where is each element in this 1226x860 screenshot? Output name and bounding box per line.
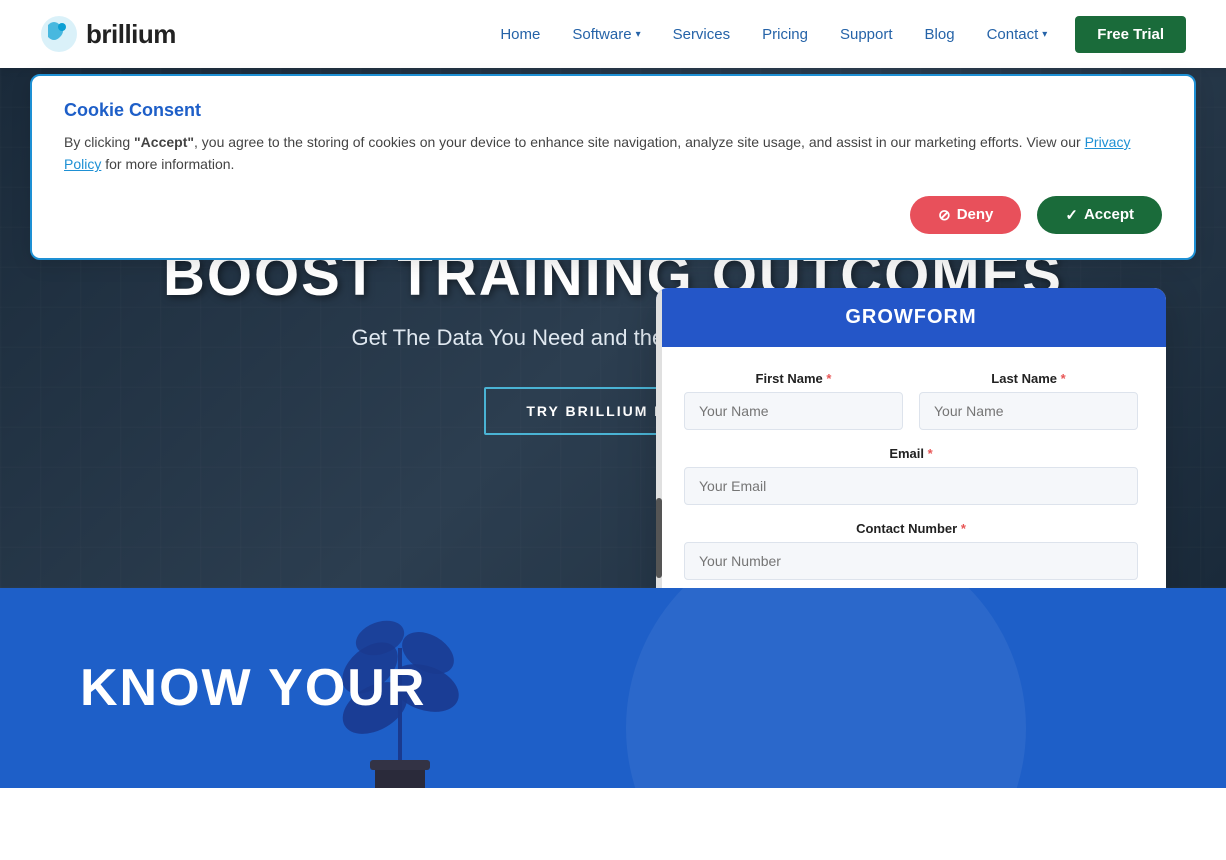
- form-body: First Name * Last Name * Email *: [656, 347, 1166, 588]
- software-chevron-icon: ▾: [636, 29, 641, 40]
- email-required: *: [928, 446, 933, 461]
- circle-decoration: [626, 588, 1026, 788]
- cookie-banner: Cookie Consent By clicking "Accept", you…: [30, 74, 1196, 260]
- last-name-required: *: [1061, 371, 1066, 386]
- blue-section-title: KNOW YOUR: [80, 658, 426, 718]
- cookie-actions: ⊘ Deny ✓ Accept: [64, 196, 1162, 234]
- cookie-text: By clicking "Accept", you agree to the s…: [64, 131, 1162, 176]
- scrollbar[interactable]: [656, 288, 662, 588]
- contact-required: *: [961, 521, 966, 536]
- first-name-label: First Name *: [684, 371, 903, 386]
- logo[interactable]: brillium: [40, 15, 176, 53]
- last-name-label: Last Name *: [919, 371, 1138, 386]
- blue-section: KNOW YOUR: [0, 588, 1226, 788]
- contact-group: Contact Number *: [684, 521, 1138, 580]
- nav-support[interactable]: Support: [828, 18, 905, 51]
- nav-software[interactable]: Software ▾: [560, 18, 652, 51]
- scrollbar-thumb: [656, 498, 662, 578]
- deny-icon: ⊘: [938, 206, 951, 224]
- email-label: Email *: [684, 446, 1138, 461]
- accept-button[interactable]: ✓ Accept: [1037, 196, 1162, 234]
- nav-contact[interactable]: Contact ▾: [975, 18, 1060, 51]
- logo-icon: [40, 15, 78, 53]
- free-trial-button[interactable]: Free Trial: [1075, 16, 1186, 53]
- deny-button[interactable]: ⊘ Deny: [910, 196, 1021, 234]
- accept-icon: ✓: [1065, 206, 1078, 224]
- growform-card: GROWFORM First Name * Last Name *: [656, 288, 1166, 588]
- last-name-group: Last Name *: [919, 371, 1138, 430]
- first-name-group: First Name *: [684, 371, 903, 430]
- nav-links: Home Software ▾ Services Pricing Support…: [488, 16, 1186, 53]
- logo-text: brillium: [86, 19, 176, 50]
- first-name-required: *: [826, 371, 831, 386]
- email-input[interactable]: [684, 467, 1138, 505]
- name-row: First Name * Last Name *: [684, 371, 1138, 430]
- contact-chevron-icon: ▾: [1042, 29, 1047, 40]
- nav-pricing[interactable]: Pricing: [750, 18, 820, 51]
- nav-services[interactable]: Services: [661, 18, 743, 51]
- contact-label: Contact Number *: [684, 521, 1138, 536]
- nav-blog[interactable]: Blog: [913, 18, 967, 51]
- cookie-title: Cookie Consent: [64, 100, 1162, 121]
- form-header: GROWFORM: [656, 288, 1166, 347]
- email-row: Email *: [684, 446, 1138, 505]
- last-name-input[interactable]: [919, 392, 1138, 430]
- email-group: Email *: [684, 446, 1138, 505]
- navbar: brillium Home Software ▾ Services Pricin…: [0, 0, 1226, 68]
- contact-row: Contact Number *: [684, 521, 1138, 580]
- contact-input[interactable]: [684, 542, 1138, 580]
- first-name-input[interactable]: [684, 392, 903, 430]
- nav-home[interactable]: Home: [488, 18, 552, 51]
